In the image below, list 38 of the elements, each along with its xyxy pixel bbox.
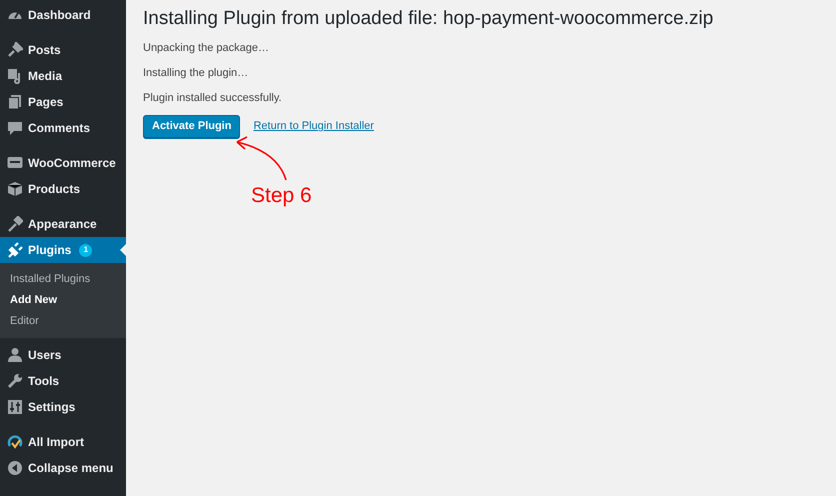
submenu-item[interactable]: Installed Plugins (0, 269, 126, 290)
page-title: Installing Plugin from uploaded file: hop-payment-woocommerce.zip (143, 8, 714, 30)
submenu-item[interactable]: Add New (0, 290, 126, 311)
store-icon (7, 155, 23, 171)
ring-icon (7, 434, 23, 450)
menu-item[interactable]: Media (0, 63, 126, 89)
annotation-label: Step 6 (251, 183, 312, 209)
menu-item[interactable]: Tools (0, 368, 126, 394)
person-icon (7, 347, 23, 363)
status-message: Unpacking the package… (143, 42, 270, 55)
collapse-icon (7, 460, 23, 476)
sliders-icon (7, 399, 23, 415)
menu-item[interactable]: Products (0, 176, 126, 202)
plug-icon (7, 242, 23, 258)
menu-item[interactable]: Appearance (0, 211, 126, 237)
menu-item[interactable]: Dashboard (0, 2, 126, 28)
wrench-icon (7, 373, 23, 389)
menu-item[interactable]: Posts (0, 37, 126, 63)
media-icon (7, 68, 23, 84)
menu-item[interactable]: Pages (0, 89, 126, 115)
menu-item[interactable]: Collapse menu (0, 455, 126, 481)
submenu-item[interactable]: Editor (0, 311, 126, 332)
status-message: Plugin installed successfully. (143, 92, 283, 105)
menu-item[interactable]: Users (0, 342, 126, 368)
speech-bubble-icon (7, 120, 23, 136)
menu-item[interactable]: All Import (0, 429, 126, 455)
return-link[interactable]: Return to Plugin Installer (253, 118, 374, 135)
menu-item[interactable]: WooCommerce (0, 150, 126, 176)
status-message: Installing the plugin… (143, 67, 250, 80)
pages-icon (7, 94, 23, 110)
count-badge: 1 (79, 244, 92, 256)
annotation-arrow (234, 134, 288, 182)
activate-plugin-button[interactable]: Activate Plugin (143, 115, 240, 138)
menu-item[interactable]: Plugins 1 (0, 237, 126, 263)
cube-icon (7, 181, 23, 197)
menu-item[interactable]: Settings (0, 394, 126, 420)
current-pointer (120, 244, 126, 256)
menu-item[interactable]: Comments (0, 115, 126, 141)
